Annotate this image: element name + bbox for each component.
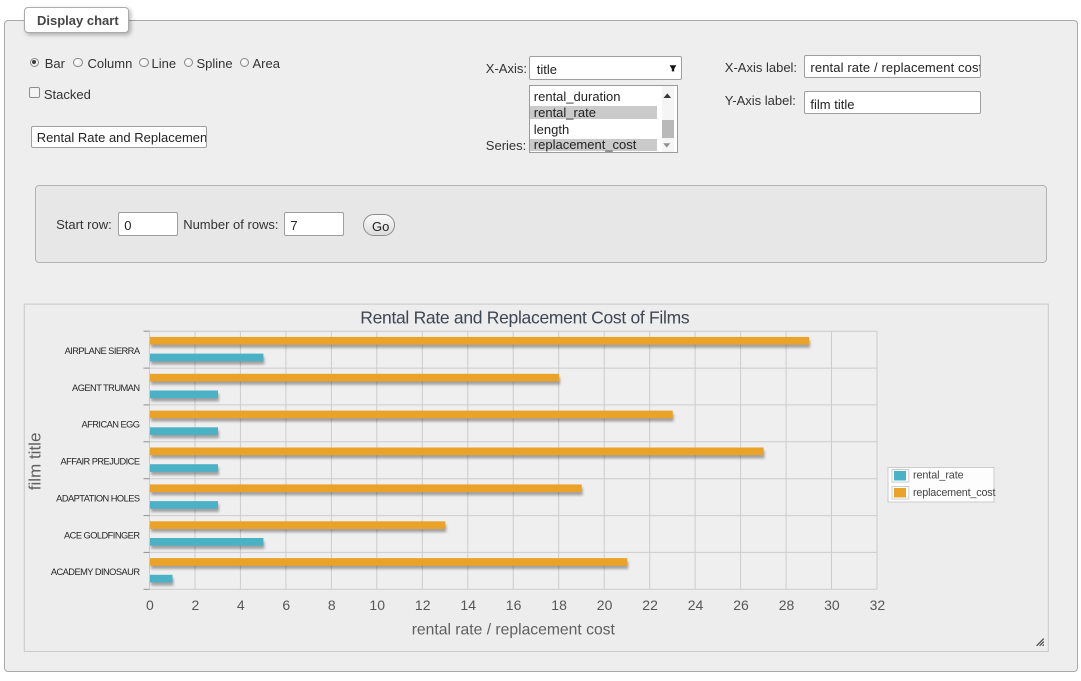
svg-text:10: 10 [369,597,385,613]
svg-text:24: 24 [688,597,704,613]
svg-text:rental rate / replacement cost: rental rate / replacement cost [412,622,616,639]
svg-text:14: 14 [460,597,476,613]
svg-text:8: 8 [328,597,336,613]
svg-text:ACE GOLDFINGER: ACE GOLDFINGER [64,530,140,540]
svg-text:28: 28 [779,597,795,613]
svg-text:2: 2 [192,597,200,613]
svg-text:Rental Rate and Replacement Co: Rental Rate and Replacement Cost of Film… [360,308,690,328]
svg-text:replacement_cost: replacement_cost [913,487,996,499]
svg-text:AGENT TRUMAN: AGENT TRUMAN [72,383,139,393]
svg-text:0: 0 [146,597,154,613]
svg-text:ADAPTATION HOLES: ADAPTATION HOLES [56,493,140,503]
svg-text:AIRPLANE SIERRA: AIRPLANE SIERRA [65,346,141,356]
svg-text:30: 30 [824,597,840,613]
svg-text:AFRICAN EGG: AFRICAN EGG [81,420,139,430]
svg-text:26: 26 [733,597,749,613]
svg-text:AFFAIR PREJUDICE: AFFAIR PREJUDICE [60,457,139,467]
svg-text:6: 6 [282,597,290,613]
svg-text:4: 4 [237,597,245,613]
svg-text:film title: film title [26,433,45,491]
svg-text:18: 18 [551,597,567,613]
svg-text:16: 16 [506,597,522,613]
svg-text:20: 20 [597,597,613,613]
svg-text:22: 22 [642,597,658,613]
svg-text:12: 12 [415,597,431,613]
svg-text:32: 32 [870,597,886,613]
svg-text:ACADEMY DINOSAUR: ACADEMY DINOSAUR [51,567,140,577]
svg-text:rental_rate: rental_rate [913,470,964,482]
